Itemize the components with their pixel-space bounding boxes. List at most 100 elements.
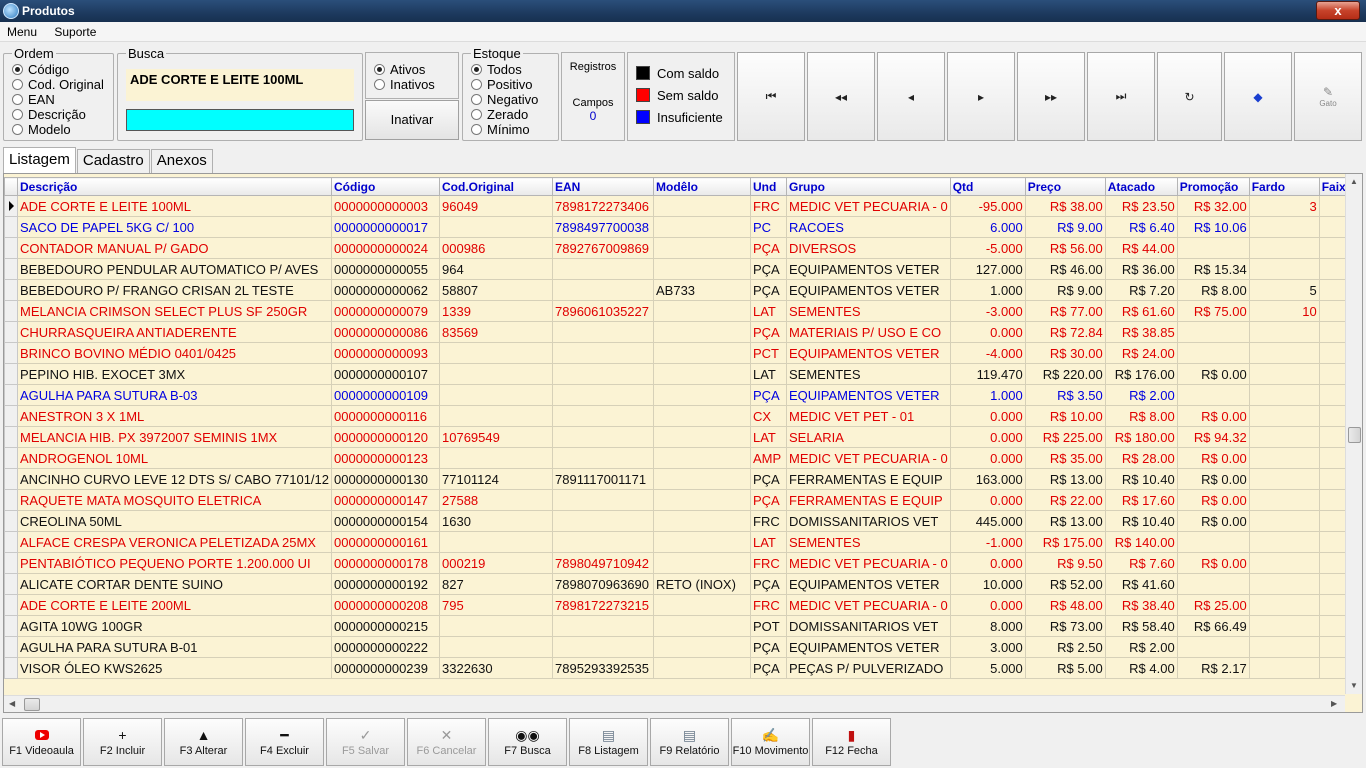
- estoque-option[interactable]: Positivo: [463, 77, 558, 92]
- scroll-right-icon[interactable]: ▶: [1331, 699, 1337, 708]
- f7-busca-button[interactable]: ◉◉ F7 Busca: [488, 718, 567, 766]
- inativar-button[interactable]: Inativar: [365, 100, 459, 140]
- table-row[interactable]: BRINCO BOVINO MÉDIO 0401/0425 00000000000…: [4, 342, 1356, 364]
- estoque-option[interactable]: Mínimo: [463, 122, 558, 137]
- column-header[interactable]: Código: [331, 177, 440, 196]
- nav-button-content: ◆: [1253, 90, 1262, 104]
- radio-icon[interactable]: [12, 94, 23, 105]
- f3-alterar-button[interactable]: ▲ F3 Alterar: [164, 718, 243, 766]
- table-row[interactable]: ADE CORTE E LEITE 100ML 0000000000003 9604…: [4, 195, 1356, 217]
- column-header[interactable]: Grupo: [786, 177, 951, 196]
- table-row[interactable]: PENTABIÓTICO PEQUENO PORTE 1.200.000 UI 0…: [4, 552, 1356, 574]
- table-row[interactable]: MELANCIA HIB. PX 3972007 SEMINIS 1MX 0000…: [4, 426, 1356, 448]
- column-header[interactable]: Promoção: [1176, 177, 1250, 196]
- search-input[interactable]: [126, 109, 354, 131]
- ordem-option[interactable]: Descrição: [4, 107, 113, 122]
- f9-relatorio-button[interactable]: ▤ F9 Relatório: [650, 718, 729, 766]
- table-row[interactable]: BEBEDOURO PENDULAR AUTOMATICO P/ AVES 000…: [4, 258, 1356, 280]
- table-row[interactable]: CHURRASQUEIRA ANTIADERENTE 0000000000086 8…: [4, 321, 1356, 343]
- menu-item-menu[interactable]: Menu: [0, 22, 44, 39]
- table-row[interactable]: SACO DE PAPEL 5KG C/ 100 0000000000017 789…: [4, 216, 1356, 238]
- scroll-down-icon[interactable]: ▼: [1350, 681, 1358, 690]
- horizontal-scroll-thumb[interactable]: [24, 698, 40, 711]
- fast-forward-button[interactable]: ▸▸: [1017, 52, 1085, 141]
- radio-icon[interactable]: [12, 64, 23, 75]
- column-header[interactable]: EAN: [552, 177, 654, 196]
- products-grid[interactable]: Descrição Código Cod.Original EAN Modêlo Und G…: [3, 173, 1363, 713]
- ordem-option[interactable]: Cod. Original: [4, 77, 113, 92]
- first-record-button[interactable]: ⏮: [737, 52, 805, 141]
- f12-fecha-button[interactable]: ▮ F12 Fecha: [812, 718, 891, 766]
- radio-icon[interactable]: [12, 124, 23, 135]
- column-header[interactable]: Modêlo: [653, 177, 751, 196]
- tab-listagem[interactable]: Listagem: [3, 147, 76, 173]
- table-row[interactable]: ALICATE CORTAR DENTE SUINO 0000000000192 8…: [4, 573, 1356, 595]
- table-row[interactable]: CONTADOR MANUAL P/ GADO 0000000000024 0009…: [4, 237, 1356, 259]
- radio-icon[interactable]: [471, 124, 482, 135]
- ordem-option[interactable]: Código: [4, 62, 113, 77]
- vertical-scroll-thumb[interactable]: [1348, 427, 1361, 443]
- radio-icon[interactable]: [374, 64, 385, 75]
- table-row[interactable]: AGULHA PARA SUTURA B-03 0000000000109 PÇA E…: [4, 384, 1356, 406]
- table-row[interactable]: MELANCIA CRIMSON SELECT PLUS SF 250GR 000…: [4, 300, 1356, 322]
- radio-icon[interactable]: [471, 64, 482, 75]
- eraser-button[interactable]: ◆: [1224, 52, 1292, 141]
- estoque-option[interactable]: Negativo: [463, 92, 558, 107]
- tab-anexos[interactable]: Anexos: [150, 149, 213, 173]
- radio-icon[interactable]: [374, 79, 385, 90]
- f10-movimento-button[interactable]: ✍ F10 Movimento: [731, 718, 810, 766]
- radio-icon[interactable]: [471, 79, 482, 90]
- table-row[interactable]: ALFACE CRESPA VERONICA PELETIZADA 25MX 00…: [4, 531, 1356, 553]
- table-cell: [1176, 531, 1250, 553]
- f4-excluir-button[interactable]: ━ F4 Excluir: [245, 718, 324, 766]
- column-header[interactable]: Cod.Original: [439, 177, 553, 196]
- column-header[interactable]: Und: [750, 177, 787, 196]
- table-row[interactable]: VISOR ÓLEO KWS2625 0000000000239 3322630 78…: [4, 657, 1356, 679]
- table-row[interactable]: CREOLINA 50ML 0000000000154 1630 FRC DOMISSA…: [4, 510, 1356, 532]
- fast-back-button[interactable]: ◂◂: [807, 52, 875, 141]
- f8-listagem-button[interactable]: ▤ F8 Listagem: [569, 718, 648, 766]
- table-row[interactable]: AGULHA PARA SUTURA B-01 0000000000222 PÇA E…: [4, 636, 1356, 658]
- column-header[interactable]: Preço: [1024, 177, 1106, 196]
- prev-record-button[interactable]: ◂: [877, 52, 945, 141]
- radio-icon[interactable]: [471, 94, 482, 105]
- refresh-button[interactable]: ↻: [1157, 52, 1222, 141]
- horizontal-scrollbar[interactable]: ◀ ▶: [4, 695, 1345, 712]
- radio-icon[interactable]: [471, 109, 482, 120]
- ordem-option[interactable]: EAN: [4, 92, 113, 107]
- status-option[interactable]: Ativos: [366, 62, 458, 77]
- f1-videoaula-button[interactable]: F1 Videoaula: [2, 718, 81, 766]
- tab-cadastro[interactable]: Cadastro: [76, 149, 150, 173]
- close-button[interactable]: x: [1316, 1, 1360, 20]
- radio-icon[interactable]: [12, 109, 23, 120]
- table-cell: R$ 23.50: [1104, 195, 1178, 217]
- status-option[interactable]: Inativos: [366, 77, 458, 92]
- scroll-left-icon[interactable]: ◀: [9, 699, 15, 708]
- estoque-option[interactable]: Zerado: [463, 107, 558, 122]
- table-row[interactable]: RAQUETE MATA MOSQUITO ELETRICA 0000000000…: [4, 489, 1356, 511]
- table-row[interactable]: ANESTRON 3 X 1ML 0000000000116 CX MEDIC VET…: [4, 405, 1356, 427]
- table-row[interactable]: PEPINO HIB. EXOCET 3MX 0000000000107 LAT SE…: [4, 363, 1356, 385]
- column-header[interactable]: Atacado: [1104, 177, 1178, 196]
- next-record-button[interactable]: ▸: [947, 52, 1015, 141]
- column-header[interactable]: Fardo: [1248, 177, 1320, 196]
- scroll-up-icon[interactable]: ▲: [1350, 177, 1358, 186]
- menu-item-suporte[interactable]: Suporte: [47, 22, 103, 39]
- radio-icon[interactable]: [12, 79, 23, 90]
- last-record-button[interactable]: ⏭: [1087, 52, 1155, 141]
- table-row[interactable]: AGITA 10WG 100GR 0000000000215 POT DOMISSAN…: [4, 615, 1356, 637]
- gato-button[interactable]: ✎ Gato: [1294, 52, 1362, 141]
- f2-incluir-button[interactable]: + F2 Incluir: [83, 718, 162, 766]
- column-header[interactable]: Qtd: [949, 177, 1026, 196]
- ordem-option[interactable]: Modelo: [4, 122, 113, 137]
- estoque-option[interactable]: Todos: [463, 62, 558, 77]
- f5-salvar-button[interactable]: ✓ F5 Salvar: [326, 718, 405, 766]
- table-row[interactable]: BEBEDOURO P/ FRANGO CRISAN 2L TESTE 00000…: [4, 279, 1356, 301]
- table-row[interactable]: ANDROGENOL 10ML 0000000000123 AMP MEDIC VET…: [4, 447, 1356, 469]
- table-row[interactable]: ADE CORTE E LEITE 200ML 0000000000208 795 7…: [4, 594, 1356, 616]
- table-row[interactable]: ANCINHO CURVO LEVE 12 DTS S/ CABO 77101/…: [4, 468, 1356, 490]
- vertical-scrollbar[interactable]: ▲ ▼: [1345, 174, 1362, 694]
- f6-cancelar-button[interactable]: ✕ F6 Cancelar: [407, 718, 486, 766]
- column-header[interactable]: Descrição: [17, 177, 332, 196]
- table-cell: [552, 258, 654, 280]
